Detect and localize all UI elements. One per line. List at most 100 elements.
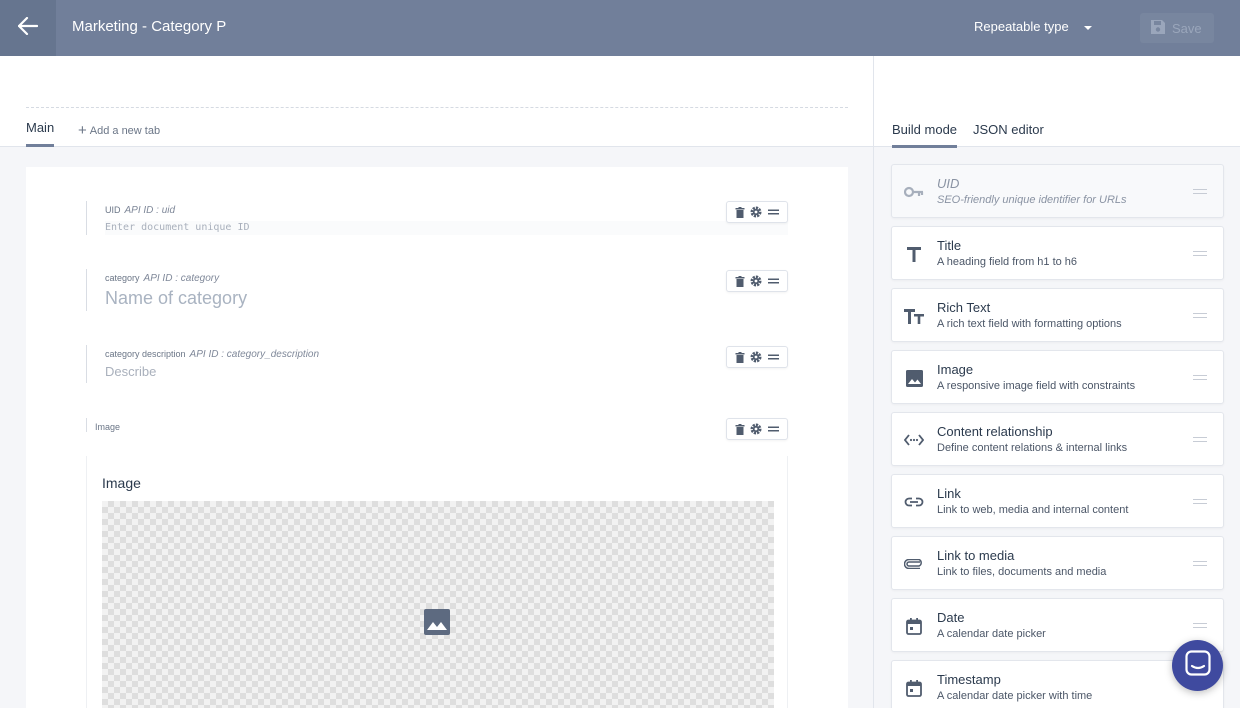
widget-link[interactable]: Link Link to web, media and internal con… [891, 474, 1224, 528]
category-input[interactable]: Name of category [105, 288, 247, 309]
image-field-card: Image [86, 456, 788, 708]
drag-handle-icon[interactable] [1193, 499, 1207, 504]
widget-content-relationship[interactable]: Content relationship Define content rela… [891, 412, 1224, 466]
api-id: API ID : category_description [189, 349, 320, 360]
widget-sidebar: Build mode JSON editor UID SEO-friendly … [873, 56, 1240, 708]
image-icon [424, 609, 450, 640]
floppy-disk-icon [1150, 19, 1166, 38]
add-tab-label: Add a new tab [89, 125, 161, 137]
drag-handle-icon[interactable] [1193, 189, 1207, 194]
widget-title: Link [937, 486, 961, 501]
chat-launcher-button[interactable] [1172, 640, 1223, 691]
field-name: Image [95, 422, 121, 432]
widget-desc: A rich text field with formatting option… [937, 318, 1122, 330]
field-bar [86, 269, 87, 311]
category-field: category API ID : category Name of catego… [86, 269, 788, 313]
trash-icon[interactable] [735, 206, 745, 218]
widget-title: Content relationship [937, 424, 1053, 439]
field-label: category description API ID : category_de… [105, 349, 319, 360]
drag-handle-icon[interactable] [768, 354, 780, 360]
drag-handle-icon[interactable] [1193, 251, 1207, 256]
image-icon [904, 368, 924, 388]
editor-tabs-bar: Main + Add a new tab [0, 56, 873, 147]
field-bar [86, 418, 87, 432]
widget-link-to-media[interactable]: Link to media Link to files, documents a… [891, 536, 1224, 590]
drag-handle-icon[interactable] [1193, 561, 1207, 566]
type-dropdown[interactable]: Repeatable type [974, 19, 1093, 34]
drag-handle-icon[interactable] [1193, 375, 1207, 380]
uid-input[interactable]: Enter document unique ID [105, 221, 788, 235]
gear-icon[interactable] [750, 423, 762, 435]
field-name: category [105, 273, 140, 283]
tab-json-editor[interactable]: JSON editor [973, 122, 1044, 145]
api-id: API ID : uid [124, 205, 176, 216]
field-tools [726, 201, 788, 223]
calendar-icon [904, 678, 924, 698]
field-label: category API ID : category [105, 273, 219, 284]
widget-desc: A calendar date picker [937, 628, 1046, 640]
description-input[interactable]: Describe [105, 364, 156, 379]
divider [26, 107, 848, 108]
tab-build-mode[interactable]: Build mode [892, 122, 958, 148]
caret-down-icon [1083, 19, 1093, 34]
drag-handle-icon[interactable] [1193, 313, 1207, 318]
field-bar [86, 345, 87, 383]
widget-title: Image [937, 362, 974, 377]
image-card-title: Image [102, 475, 141, 491]
relationship-icon [904, 430, 924, 450]
drag-handle-icon[interactable] [768, 426, 780, 432]
trash-icon[interactable] [735, 275, 745, 287]
back-button[interactable] [0, 0, 56, 56]
arrow-left-icon [17, 16, 39, 40]
widget-rich-text[interactable]: Rich Text A rich text field with formatt… [891, 288, 1224, 342]
widget-desc: Link to web, media and internal content [937, 504, 1129, 516]
uid-field: UID API ID : uid Enter document unique ID [86, 201, 788, 237]
widget-desc: SEO-friendly unique identifier for URLs [937, 194, 1127, 206]
widget-desc: Define content relations & internal link… [937, 442, 1128, 454]
field-tools [726, 270, 788, 292]
widget-title-field[interactable]: Title A heading field from h1 to h6 [891, 226, 1224, 280]
widget-desc: A heading field from h1 to h6 [937, 256, 1078, 268]
gear-icon[interactable] [750, 275, 762, 287]
add-tab-button[interactable]: + Add a new tab [78, 121, 161, 139]
drag-handle-icon[interactable] [768, 278, 780, 284]
document-title: Marketing - Category P [72, 18, 227, 35]
field-name: UID [105, 205, 121, 215]
field-name: category description [105, 349, 186, 359]
category-description-field: category description API ID : category_de… [86, 345, 788, 385]
chat-icon [1184, 650, 1211, 681]
image-field: Image [86, 418, 788, 442]
plus-icon: + [78, 122, 87, 139]
widget-desc: Link to files, documents and media [937, 566, 1107, 578]
drag-handle-icon[interactable] [768, 209, 780, 215]
widget-image[interactable]: Image A responsive image field with cons… [891, 350, 1224, 404]
field-tools [726, 346, 788, 368]
trash-icon[interactable] [735, 423, 745, 435]
key-icon [904, 182, 924, 202]
widget-title: Date [937, 610, 965, 625]
trash-icon[interactable] [735, 351, 745, 363]
link-icon [904, 492, 924, 512]
form-canvas: UID API ID : uid Enter document unique ID… [26, 167, 848, 708]
tab-main[interactable]: Main [26, 120, 55, 147]
save-button[interactable]: Save [1140, 13, 1214, 43]
field-label: UID API ID : uid [105, 205, 175, 216]
widget-title: Title [937, 238, 962, 253]
editor-area: Main + Add a new tab UID API ID : uid Ente… [0, 56, 873, 708]
field-tools [726, 418, 788, 440]
api-id: API ID : category [143, 273, 220, 284]
gear-icon[interactable] [750, 206, 762, 218]
drag-handle-icon[interactable] [1193, 437, 1207, 442]
top-bar: Marketing - Category P Repeatable type S… [0, 0, 1240, 56]
gear-icon[interactable] [750, 351, 762, 363]
field-bar [86, 201, 87, 235]
widget-uid[interactable]: UID SEO-friendly unique identifier for U… [891, 164, 1224, 218]
widget-date[interactable]: Date A calendar date picker [891, 598, 1224, 652]
widget-desc: A responsive image field with constraint… [937, 380, 1136, 392]
type-label: Repeatable type [974, 19, 1069, 34]
attachment-icon [904, 554, 924, 574]
image-dropzone[interactable] [102, 501, 774, 708]
widget-title: Rich Text [937, 300, 991, 315]
widget-title: UID [937, 176, 960, 191]
drag-handle-icon[interactable] [1193, 623, 1207, 628]
